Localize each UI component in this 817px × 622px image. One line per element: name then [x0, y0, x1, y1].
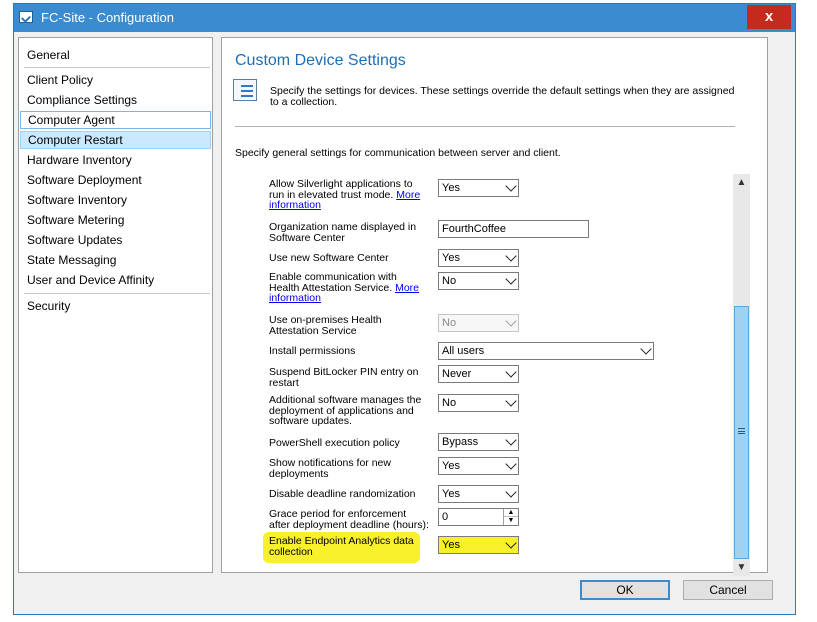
chevron-down-icon [505, 180, 517, 192]
nav-divider [24, 67, 210, 68]
additional-software-select[interactable]: No [438, 394, 519, 412]
bitlocker-label: Suspend BitLocker PIN entry on restart [269, 366, 419, 389]
notifications-select[interactable]: Yes [438, 457, 519, 475]
install-permissions-label: Install permissions [269, 345, 356, 357]
scrollbar-thumb[interactable] [734, 306, 749, 559]
health-attestation-label: Enable communication with Health Attesta… [269, 271, 420, 304]
title-bar[interactable]: FC-Site - Configuration x [14, 4, 795, 32]
chevron-down-icon [505, 273, 517, 285]
vertical-scrollbar[interactable]: ▲ ▼ [733, 174, 750, 576]
grace-period-label: Grace period for enforcement after deplo… [269, 508, 429, 531]
onprem-health-label: Use on-premises Health Attestation Servi… [269, 314, 382, 337]
silverlight-label: Allow Silverlight applications to run in… [269, 178, 421, 211]
chevron-down-icon [505, 434, 517, 446]
chevron-down-icon [640, 343, 652, 355]
chevron-down-icon [505, 315, 517, 327]
increment-icon[interactable]: ▲ [504, 509, 518, 517]
install-permissions-select[interactable]: All users [438, 342, 654, 360]
nav-divider [24, 293, 210, 294]
chevron-down-icon [505, 395, 517, 407]
nav-item-state-messaging[interactable]: State Messaging [20, 251, 211, 269]
app-icon [19, 11, 33, 23]
chevron-down-icon [505, 366, 517, 378]
nav-item-general[interactable]: General [20, 46, 211, 64]
window-title: FC-Site - Configuration [41, 10, 174, 25]
page-title: Custom Device Settings [235, 52, 406, 69]
health-attestation-select[interactable]: No [438, 272, 519, 290]
new-software-center-label: Use new Software Center [269, 252, 389, 264]
deadline-randomization-select[interactable]: Yes [438, 485, 519, 503]
bitlocker-select[interactable]: Never [438, 365, 519, 383]
chevron-down-icon [505, 458, 517, 470]
new-software-center-select[interactable]: Yes [438, 249, 519, 267]
nav-item-compliance-settings[interactable]: Compliance Settings [20, 91, 211, 109]
powershell-select[interactable]: Bypass [438, 433, 519, 451]
notifications-label: Show notifications for new deployments [269, 457, 391, 480]
nav-item-security[interactable]: Security [20, 297, 211, 315]
ok-button[interactable]: OK [580, 580, 670, 600]
nav-item-software-inventory[interactable]: Software Inventory [20, 191, 211, 209]
section-description: Specify general settings for communicati… [235, 147, 561, 159]
chevron-down-icon [505, 537, 517, 549]
nav-item-software-metering[interactable]: Software Metering [20, 211, 211, 229]
org-name-input[interactable]: FourthCoffee [438, 220, 589, 238]
endpoint-analytics-label: Enable Endpoint Analytics data collectio… [269, 535, 414, 558]
settings-pane: Custom Device Settings Specify the setti… [221, 37, 768, 576]
endpoint-analytics-select[interactable]: Yes [438, 536, 519, 554]
header-divider [235, 126, 735, 127]
onprem-health-select: No [438, 314, 519, 332]
settings-list-icon [233, 79, 257, 101]
nav-item-client-policy[interactable]: Client Policy [20, 71, 211, 89]
nav-item-computer-agent[interactable]: Computer Agent [20, 111, 211, 129]
cancel-button[interactable]: Cancel [683, 580, 773, 600]
nav-item-computer-restart[interactable]: Computer Restart [20, 131, 211, 149]
chevron-down-icon [505, 250, 517, 262]
nav-item-software-updates[interactable]: Software Updates [20, 231, 211, 249]
nav-item-user-device-affinity[interactable]: User and Device Affinity [20, 271, 211, 289]
silverlight-select[interactable]: Yes [438, 179, 519, 197]
decrement-icon[interactable]: ▼ [504, 517, 518, 525]
powershell-label: PowerShell execution policy [269, 437, 400, 449]
scroll-up-icon[interactable]: ▲ [733, 174, 750, 191]
org-name-label: Organization name displayed in Software … [269, 221, 417, 244]
grace-period-stepper[interactable]: 0 ▲ ▼ [438, 508, 519, 526]
nav-item-hardware-inventory[interactable]: Hardware Inventory [20, 151, 211, 169]
settings-nav: General Client Policy Compliance Setting… [18, 37, 213, 573]
intro-text: Specify the settings for devices. These … [270, 85, 735, 108]
scroll-down-icon[interactable]: ▼ [733, 559, 750, 576]
nav-item-software-deployment[interactable]: Software Deployment [20, 171, 211, 189]
close-button[interactable]: x [747, 5, 791, 29]
grip-icon [738, 428, 745, 434]
additional-software-label: Additional software manages the deployme… [269, 394, 422, 427]
chevron-down-icon [505, 486, 517, 498]
deadline-randomization-label: Disable deadline randomization [269, 488, 416, 500]
